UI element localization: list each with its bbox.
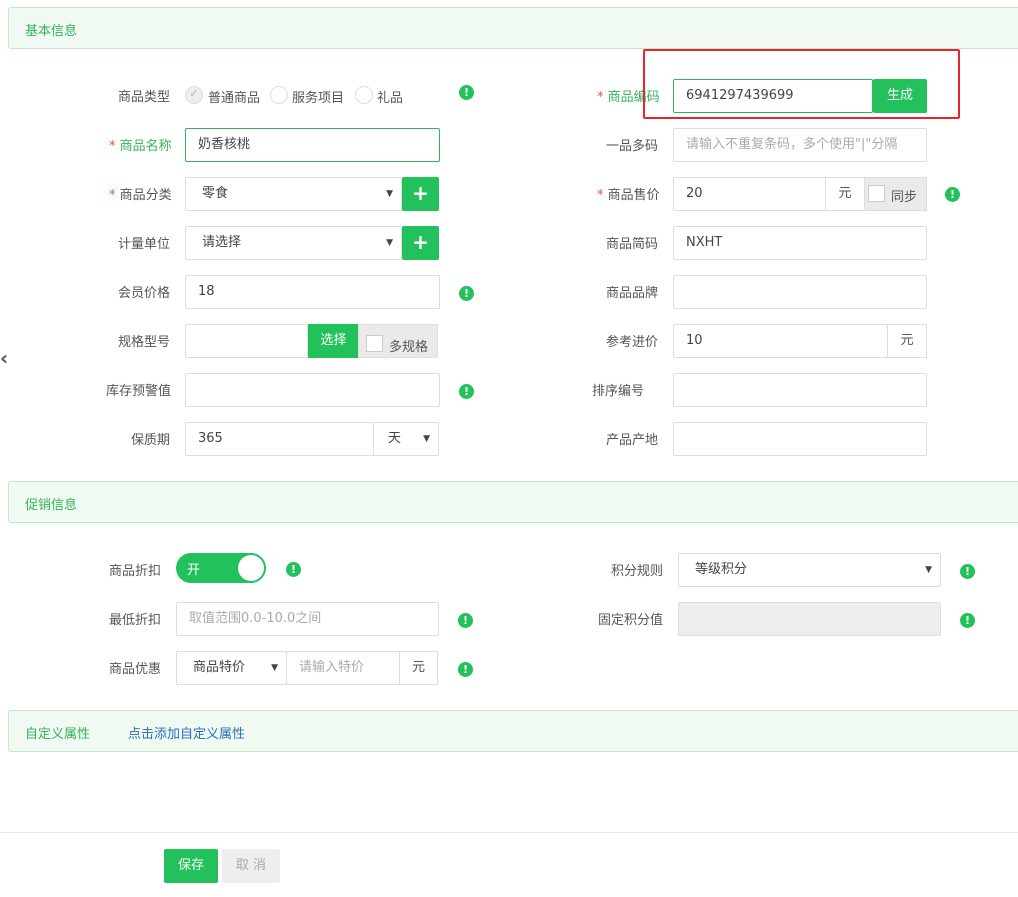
section-promo: 促销信息 <box>8 481 1018 523</box>
member-price-label: 会员价格 <box>118 286 171 301</box>
radio-gift-label: 礼品 <box>377 91 404 106</box>
member-price-input[interactable]: 18 <box>185 275 440 309</box>
sync-checkbox[interactable] <box>868 185 885 202</box>
info-icon[interactable]: ! <box>286 562 301 577</box>
chevron-down-icon: ▼ <box>386 189 393 199</box>
section-basic-info: 基本信息 <box>8 7 1018 49</box>
name-label: 商品名称 <box>109 135 172 154</box>
discount-label: 商品折扣 <box>109 564 162 579</box>
radio-normal[interactable] <box>185 86 203 104</box>
multi-code-label: 一品多码 <box>606 139 659 154</box>
offer-type-value: 商品特价 <box>193 660 246 675</box>
radio-service-label: 服务项目 <box>292 91 345 106</box>
unit-label: 计量单位 <box>118 237 171 252</box>
category-label: 商品分类 <box>109 184 172 203</box>
cancel-button[interactable]: 取 消 <box>222 849 280 883</box>
price-unit: 元 <box>825 177 865 211</box>
name-input[interactable]: 奶香核桃 <box>185 128 440 162</box>
info-icon[interactable]: ! <box>458 613 473 628</box>
offer-type-select[interactable]: 商品特价 ▼ <box>176 651 287 685</box>
fixed-points-input <box>678 602 941 636</box>
discount-toggle[interactable]: 开 <box>176 553 266 583</box>
chevron-down-icon: ▼ <box>423 434 430 444</box>
price-input[interactable]: 20 <box>673 177 826 211</box>
sync-label: 同步 <box>891 190 918 205</box>
add-custom-attr-link[interactable]: 点击添加自定义属性 <box>128 723 245 742</box>
section-title: 促销信息 <box>25 498 78 513</box>
radio-service[interactable] <box>270 86 288 104</box>
cost-label: 参考进价 <box>606 335 659 350</box>
spec-input[interactable] <box>185 324 308 358</box>
section-title: 自定义属性 <box>25 727 91 742</box>
category-select[interactable]: 零食 ▼ <box>185 177 402 211</box>
brand-label: 商品品牌 <box>606 286 659 301</box>
multi-spec-label: 多规格 <box>389 340 429 355</box>
highlight-box <box>643 49 960 119</box>
offer-label: 商品优惠 <box>109 662 162 677</box>
toggle-knob <box>238 555 264 581</box>
unit-select[interactable]: 请选择 ▼ <box>185 226 402 260</box>
cost-input[interactable]: 10 <box>673 324 888 358</box>
shelf-life-label: 保质期 <box>131 433 171 448</box>
min-discount-label: 最低折扣 <box>109 613 162 628</box>
add-category-button[interactable]: + <box>402 177 439 211</box>
info-icon[interactable]: ! <box>459 384 474 399</box>
spec-select-button[interactable]: 选择 <box>308 324 359 358</box>
price-label: 商品售价 <box>597 184 660 203</box>
info-icon[interactable]: ! <box>945 187 960 202</box>
radio-gift[interactable] <box>355 86 373 104</box>
origin-input[interactable] <box>673 422 927 456</box>
spec-label: 规格型号 <box>118 335 171 350</box>
offer-price-input[interactable]: 请输入特价 <box>286 651 400 685</box>
sort-input[interactable] <box>673 373 927 407</box>
short-code-label: 商品简码 <box>606 237 659 252</box>
chevron-down-icon: ▼ <box>271 663 278 673</box>
toggle-text: 开 <box>187 563 201 578</box>
fixed-points-label: 固定积分值 <box>598 613 664 628</box>
stock-warn-input[interactable] <box>185 373 440 407</box>
chevron-left-icon[interactable]: ‹ <box>0 346 8 370</box>
type-label: 商品类型 <box>118 90 171 105</box>
category-value: 零食 <box>202 186 229 201</box>
stock-warn-label: 库存预警值 <box>106 384 172 399</box>
section-custom: 自定义属性 点击添加自定义属性 <box>8 710 1018 752</box>
points-rule-value: 等级积分 <box>695 562 748 577</box>
radio-normal-label: 普通商品 <box>208 91 261 106</box>
shelf-life-input[interactable]: 365 <box>185 422 374 456</box>
origin-label: 产品产地 <box>606 433 659 448</box>
brand-input[interactable] <box>673 275 927 309</box>
add-unit-button[interactable]: + <box>402 226 439 260</box>
save-button[interactable]: 保存 <box>164 849 218 883</box>
shelf-life-unit: 天 <box>388 431 402 446</box>
info-icon[interactable]: ! <box>960 613 975 628</box>
info-icon[interactable]: ! <box>458 662 473 677</box>
footer-divider <box>0 832 1018 833</box>
info-icon[interactable]: ! <box>459 85 474 100</box>
chevron-down-icon: ▼ <box>925 565 932 575</box>
shelf-life-unit-select[interactable]: 天 ▼ <box>373 422 439 456</box>
short-code-input[interactable]: NXHT <box>673 226 927 260</box>
points-rule-label: 积分规则 <box>611 564 664 579</box>
chevron-down-icon: ▼ <box>386 238 393 248</box>
section-title: 基本信息 <box>25 24 78 39</box>
multi-spec-checkbox[interactable] <box>366 335 383 352</box>
points-rule-select[interactable]: 等级积分 ▼ <box>678 553 941 587</box>
info-icon[interactable]: ! <box>459 286 474 301</box>
sort-label: 排序编号 <box>592 384 645 399</box>
offer-unit: 元 <box>399 651 438 685</box>
min-discount-input[interactable]: 取值范围0.0-10.0之间 <box>176 602 439 636</box>
multi-code-input[interactable]: 请输入不重复条码，多个使用"|"分隔 <box>673 128 927 162</box>
info-icon[interactable]: ! <box>960 564 975 579</box>
cost-unit: 元 <box>887 324 927 358</box>
unit-value: 请选择 <box>202 235 242 250</box>
